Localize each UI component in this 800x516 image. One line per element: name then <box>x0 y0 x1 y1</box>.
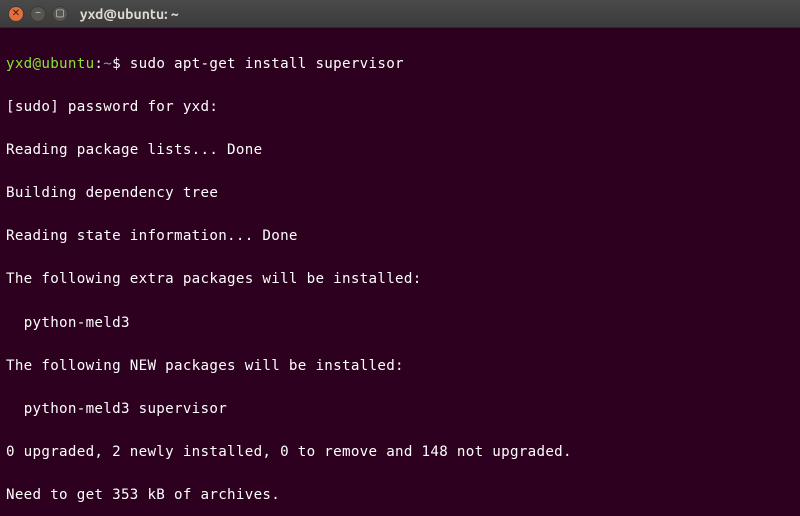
output-line: python-meld3 supervisor <box>6 399 794 421</box>
output-line: Need to get 353 kB of archives. <box>6 485 794 507</box>
output-line: Reading package lists... Done <box>6 140 794 162</box>
output-line: python-meld3 <box>6 313 794 335</box>
terminal-window: ✕ − ▢ yxd@ubuntu: ~ yxd@ubuntu:~$ sudo a… <box>0 0 800 516</box>
output-line: The following NEW packages will be insta… <box>6 356 794 378</box>
output-line: [sudo] password for yxd: <box>6 97 794 119</box>
output-line: Building dependency tree <box>6 183 794 205</box>
output-line: 0 upgraded, 2 newly installed, 0 to remo… <box>6 442 794 464</box>
terminal-surface[interactable]: yxd@ubuntu:~$ sudo apt-get install super… <box>0 28 800 516</box>
prompt-sigil: $ <box>112 56 121 72</box>
output-line: The following extra packages will be ins… <box>6 269 794 291</box>
prompt-line: yxd@ubuntu:~$ sudo apt-get install super… <box>6 54 794 76</box>
titlebar: ✕ − ▢ yxd@ubuntu: ~ <box>0 0 800 28</box>
minimize-icon[interactable]: − <box>30 6 46 22</box>
window-title: yxd@ubuntu: ~ <box>80 6 179 22</box>
prompt-userhost: yxd@ubuntu <box>6 56 94 72</box>
output-line: Reading state information... Done <box>6 226 794 248</box>
maximize-icon[interactable]: ▢ <box>52 6 68 22</box>
prompt-path: ~ <box>103 56 112 72</box>
close-icon[interactable]: ✕ <box>8 6 24 22</box>
prompt-sep: : <box>94 56 103 72</box>
typed-command: sudo apt-get install supervisor <box>130 56 404 72</box>
